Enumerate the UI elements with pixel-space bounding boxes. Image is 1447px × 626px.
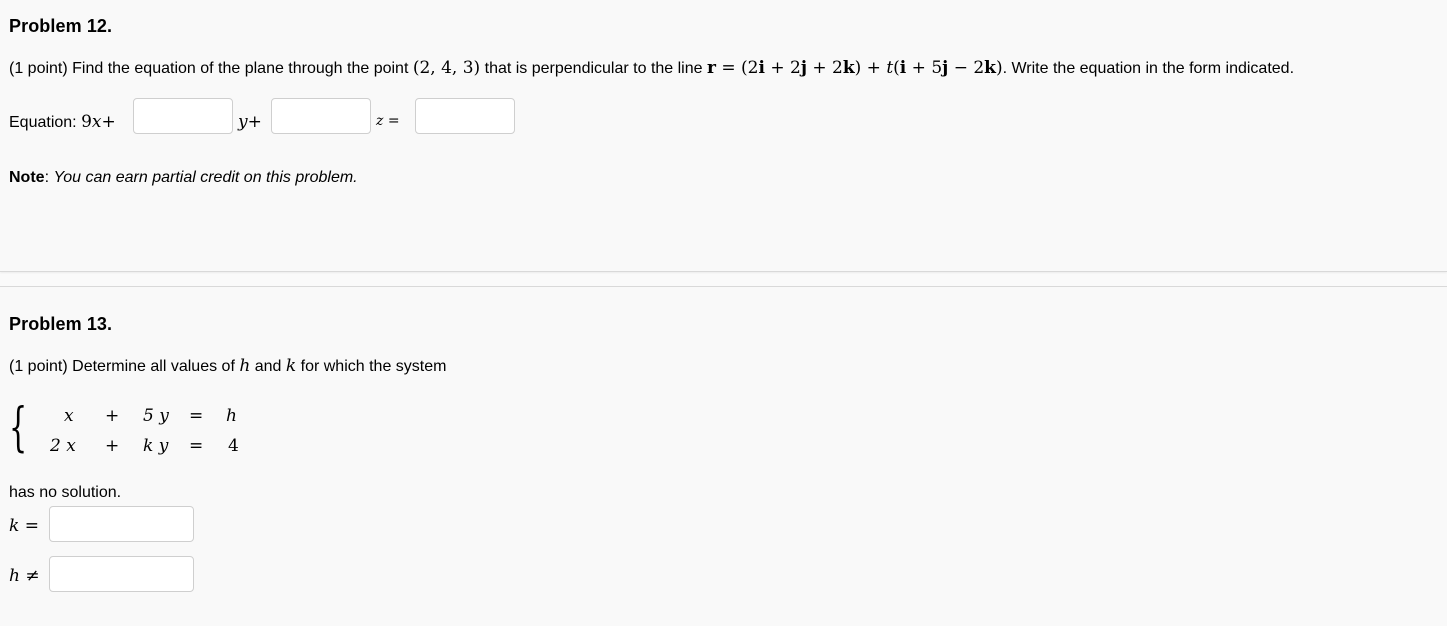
answer-constant-input[interactable]: [415, 98, 515, 134]
equation-system: { x + 5 y = h 2 x + k y = 4: [9, 398, 249, 464]
z-equals-label: z =: [376, 112, 400, 129]
sys-r1-c5: h: [226, 406, 237, 426]
var-h: h: [9, 566, 20, 586]
statement-text: . Write the equation in the form indicat…: [1002, 60, 1295, 77]
answer-y-coefficient-input[interactable]: [133, 98, 233, 134]
statement-text: (1 point) Determine all values of: [9, 358, 240, 375]
line-expr: + 2: [806, 58, 843, 78]
var-h: h: [239, 356, 251, 376]
vector-r: r: [706, 58, 716, 78]
line-expr: − 2: [948, 58, 985, 78]
line-expr: + 5: [906, 58, 943, 78]
plus-sign: +: [247, 112, 262, 132]
line-expr: ): [995, 58, 1003, 78]
sys-r2-c1: 2 x: [50, 436, 76, 456]
equals-sign: =: [383, 113, 400, 129]
note-label: Note: [9, 169, 45, 186]
sys-r1-c3: 5 y: [143, 406, 169, 426]
statement-text: that is perpendicular to the line: [480, 60, 707, 77]
line-expr: + 2: [764, 58, 801, 78]
problem-13-statement: (1 point) Determine all values of h and …: [9, 356, 446, 376]
line-expr: ) +: [854, 58, 887, 78]
var-k: k: [9, 516, 20, 536]
note-text: You can earn partial credit on this prob…: [53, 169, 358, 186]
not-equal-sign: ≠: [19, 566, 40, 586]
h-neq-label: h ≠: [9, 566, 40, 586]
unit-k: k: [984, 58, 996, 78]
statement-text: (1 point) Find the equation of the plane…: [9, 60, 413, 77]
equals-sign: =: [19, 516, 39, 536]
sys-r2-c2: +: [105, 436, 120, 456]
sys-r2-c3: k y: [143, 436, 169, 456]
problem-12-statement: (1 point) Find the equation of the plane…: [9, 58, 1294, 78]
var-y: y: [238, 112, 248, 132]
plus-sign: +: [101, 112, 116, 132]
k-equals-label: k =: [9, 516, 39, 536]
partial-credit-note: Note: You can earn partial credit on thi…: [9, 169, 358, 187]
line-expr: (2: [741, 58, 759, 78]
equation-label: Equation: 9x+: [9, 112, 116, 132]
sys-r2-c4: =: [189, 436, 204, 456]
sys-r2-c5: 4: [228, 436, 239, 456]
problem-12-title: Problem 12.: [9, 16, 113, 36]
var-k: k: [285, 356, 297, 376]
statement-text: and: [250, 358, 286, 375]
sys-r1-c4: =: [189, 406, 204, 426]
left-brace: {: [9, 398, 28, 458]
unit-k: k: [842, 58, 855, 78]
problem-12-panel: Problem 12. (1 point) Find the equation …: [0, 0, 1447, 272]
equals-sign: =: [715, 58, 742, 78]
statement-text: for which the system: [296, 358, 447, 375]
no-solution-text: has no solution.: [9, 484, 122, 501]
line-expr: (: [893, 58, 900, 78]
sys-r1-c2: +: [105, 406, 120, 426]
equation-label-text: Equation:: [9, 114, 82, 131]
point-coordinates: (2, 4, 3): [412, 58, 481, 78]
problem-13-title: Problem 13.: [9, 314, 113, 334]
answer-z-coefficient-input[interactable]: [271, 98, 371, 134]
answer-k-input[interactable]: [49, 506, 194, 542]
sys-r1-c1: x: [64, 406, 74, 426]
y-plus-label: y+: [238, 112, 262, 132]
answer-h-input[interactable]: [49, 556, 194, 592]
coef-9: 9: [81, 112, 92, 132]
